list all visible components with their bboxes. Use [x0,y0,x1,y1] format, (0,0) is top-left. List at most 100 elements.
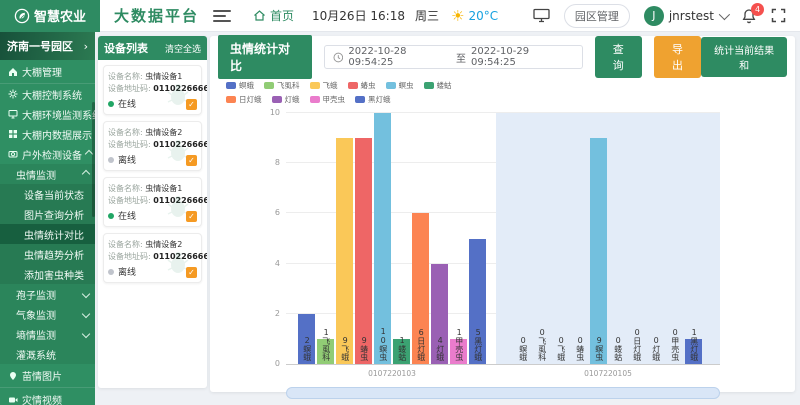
y-axis-tick-label: 8 [254,158,280,167]
legend-item[interactable]: 飞虱科 [264,80,300,91]
legend-label: 飞虱科 [277,80,300,91]
sum-current-result-button[interactable]: 统计当前结果和 [701,37,787,77]
legend-label: 灯蛾 [285,94,300,105]
sidebar-item-5[interactable]: 虫情监测 [0,164,95,184]
sidebar-item-15[interactable]: 苗情图片 [0,364,95,388]
legend-label: 甲壳虫 [323,94,346,105]
chevron-down-icon [719,8,730,19]
bar-螟虫[interactable]: 10螟虫 [374,113,391,364]
device-list-header: 设备列表 清空全选 [98,36,207,60]
bar-value-label: 2螟蛾 [302,336,310,361]
bar-黑灯蛾[interactable]: 1黑灯蛾 [685,339,702,364]
x-axis-category-label: 0107220105 [496,369,720,378]
bar-灯蛾[interactable]: 4灯蛾 [431,264,448,364]
sidebar-item-10[interactable]: 添加害虫种类 [0,264,95,284]
device-list-panel: 设备列表 清空全选 设备名称: 虫情设备1设备地址码: 0110226666在线… [98,36,207,388]
bar-value-label: 0蝼蛄 [613,336,621,361]
legend-swatch [226,96,236,103]
legend-item[interactable]: 灯蛾 [272,94,300,105]
device-checkbox[interactable]: ✓ [186,99,197,110]
device-list-title: 设备列表 [104,40,148,56]
sidebar-item-label: 大棚控制系统 [22,87,82,102]
monitor-icon[interactable] [533,8,550,23]
y-axis-tick-label: 2 [254,309,280,318]
bar-蝽虫[interactable]: 9蝽虫 [355,138,372,364]
bar-value-label: 0螟蛾 [518,336,526,361]
legend-item[interactable]: 蝽虫 [348,80,376,91]
park-manage-button[interactable]: 园区管理 [564,4,630,28]
user-menu[interactable]: J jnrstest [644,6,727,26]
bar-螟虫[interactable]: 9螟虫 [590,138,607,364]
legend-swatch [264,82,274,89]
sidebar-item-label: 灌溉系统 [16,347,56,362]
sidebar-item-12[interactable]: 气象监测 [0,304,95,324]
sidebar-item-16[interactable]: 灾情视频 [0,388,95,405]
device-checkbox[interactable]: ✓ [186,267,197,278]
legend-label: 蝽虫 [361,80,376,91]
sidebar-item-4[interactable]: 户外检测设备 [0,144,95,164]
sidebar-item-1[interactable]: 大棚控制系统 [0,84,95,104]
sidebar-item-7[interactable]: 图片查询分析 [0,204,95,224]
home-icon [253,9,266,22]
chevron-up-icon [82,170,90,178]
device-addr-label: 设备地址码: [108,196,151,205]
bar-黑灯蛾[interactable]: 5黑灯蛾 [469,239,486,365]
export-button[interactable]: 导出 [654,36,701,78]
sidebar-item-13[interactable]: 墒情监测 [0,324,95,344]
legend-item[interactable]: 黑灯蛾 [355,94,391,105]
legend-item[interactable]: 飞蛾 [310,80,338,91]
date-range-input[interactable]: 2022-10-28 09:54:25 至 2022-10-29 09:54:2… [324,45,583,69]
notifications-button[interactable]: 4 [741,8,757,24]
bar-飞蛾[interactable]: 9飞蛾 [336,138,353,364]
sidebar-item-9[interactable]: 虫情趋势分析 [0,244,95,264]
sidebar-item-8[interactable]: 虫情统计对比 [0,224,95,244]
sidebar-item-14[interactable]: 灌溉系统 [0,344,95,364]
fullscreen-icon [771,8,786,23]
clear-all-button[interactable]: 清空全选 [165,42,201,55]
legend-item[interactable]: 蝼蛄 [424,80,452,91]
device-name-value: 虫情设备1 [145,72,182,81]
sidebar-item-2[interactable]: 大棚环境监测系统 [0,104,95,124]
bar-日灯蛾[interactable]: 6日灯蛾 [412,213,429,364]
sidebar-scrollbar[interactable] [92,102,95,217]
device-checkbox[interactable]: ✓ [186,155,197,166]
home-nav[interactable]: 首页 [253,7,294,24]
sidebar-item-label: 图片查询分析 [24,207,84,222]
query-button[interactable]: 查询 [595,36,642,78]
chart-legend: 螟蛾 飞虱科飞蛾 蝽虫螟虫蝼蛄日灯蛾 灯蛾 甲壳虫 黑灯蛾 [218,80,787,105]
legend-swatch [310,96,320,103]
bar-甲壳虫[interactable]: 1甲壳虫 [450,339,467,364]
bar-飞虱科[interactable]: 1飞虱科 [317,339,334,364]
sidebar-item-label: 苗情图片 [22,368,62,383]
fullscreen-button[interactable] [771,8,786,23]
status-text: 在线 [118,97,136,110]
legend-item[interactable]: 甲壳虫 [310,94,346,105]
legend-item[interactable]: 螟虫 [386,80,414,91]
device-card-1[interactable]: 设备名称: 虫情设备2设备地址码: 0110226666离线✓ [103,121,202,171]
bar-蝼蛄[interactable]: 1蝼蛄 [393,339,410,364]
sidebar-menu: 大棚管理大棚控制系统大棚环境监测系统大棚内数据展示户外检测设备虫情监测设备当前状… [0,60,95,405]
bar-螟蛾[interactable]: 2螟蛾 [298,314,315,364]
device-card-0[interactable]: 设备名称: 虫情设备1设备地址码: 0110226666在线✓ [103,65,202,115]
sidebar-item-label: 气象监测 [16,307,56,322]
sidebar-item-3[interactable]: 大棚内数据展示 [0,124,95,144]
sidebar-item-6[interactable]: 设备当前状态 [0,184,95,204]
sidebar-item-label: 添加害虫种类 [24,267,84,282]
pin-icon [8,371,18,381]
sidebar-item-label: 虫情监测 [16,167,56,182]
hamburger-icon[interactable] [213,10,231,22]
device-checkbox[interactable]: ✓ [186,211,197,222]
legend-label: 黑灯蛾 [368,94,391,105]
device-card-2[interactable]: 设备名称: 虫情设备1设备地址码: 0110226666在线✓ [103,177,202,227]
sidebar-item-11[interactable]: 孢子监测 [0,284,95,304]
sidebar-item-label: 大棚内数据展示 [22,127,92,142]
device-card-3[interactable]: 设备名称: 虫情设备2设备地址码: 0110226666离线✓ [103,233,202,283]
data-zoom-slider[interactable] [286,387,720,399]
chart-panel: 虫情统计对比 2022-10-28 09:54:25 至 2022-10-29 … [210,36,795,392]
status-dot [108,101,114,107]
legend-item[interactable]: 螟蛾 [226,80,254,91]
park-selector[interactable]: 济南一号园区 › [0,32,95,60]
app-logo[interactable]: 智慧农业 [0,0,100,32]
legend-item[interactable]: 日灯蛾 [226,94,262,105]
sidebar-item-0[interactable]: 大棚管理 [0,60,95,84]
